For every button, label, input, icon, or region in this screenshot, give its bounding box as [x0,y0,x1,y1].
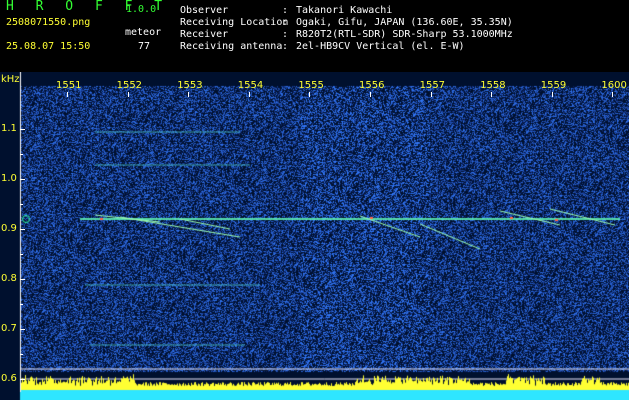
x-tick-label: 1553 [177,80,203,91]
y-tick-label: 0.9 [1,223,17,234]
antenna-label: Receiving antenna [180,41,283,52]
header-panel: H R O F F T 1.0.0 2508071550.png meteor … [0,0,629,72]
x-tick-mark [491,92,493,97]
y-tick-mark [20,179,25,180]
y-axis-label: kHz [1,74,20,85]
x-tick-label: 1600 [601,80,627,91]
x-tick-label: 1552 [116,80,143,91]
x-tick-label: 1551 [56,80,82,91]
y-minor-tick [20,304,23,305]
datetime: 25.08.07 15:50 [6,41,91,52]
y-tick-label: 0.6 [1,373,17,384]
x-tick-mark [370,92,371,97]
file-name: 2508071550.png [6,17,91,28]
observer-separator: : [282,5,289,16]
y-tick-mark [20,129,25,130]
location-separator: : [282,17,289,28]
x-tick-mark [551,92,553,97]
antenna-value: 2el-HB9CV Vertical (el. E-W) [296,41,465,52]
y-tick-mark [20,329,25,330]
x-tick-mark [188,92,190,97]
y-tick-mark [20,379,25,380]
y-minor-tick [20,354,23,355]
location-value: Ogaki, Gifu, JAPAN (136.60E, 35.35N) [296,17,513,28]
spectrogram-canvas [0,72,629,400]
x-tick-mark [67,92,68,97]
meteor-label: meteor [125,27,162,38]
x-tick-mark [430,92,432,97]
x-tick-mark [612,92,614,97]
y-tick-mark [20,229,25,230]
spectrogram-plot: kHz 1.1 1.0 0.9 0.8 0.7 0.6 1551 1552 1553 1554 15… [0,72,629,400]
meteor-count: 77 [138,41,151,52]
x-tick-label: 1554 [237,80,264,91]
x-tick-label: 1555 [298,80,324,91]
y-minor-tick [20,254,23,255]
x-tick-label: 1559 [540,80,567,91]
x-tick-mark [127,92,129,97]
x-tick-label: 1558 [480,80,506,91]
x-tick-mark [309,92,311,97]
y-tick-label: 1.0 [1,173,17,184]
y-tick-label: 1.1 [1,123,17,134]
x-tick-mark [248,92,250,97]
observer-label: Observer [180,5,229,16]
receiver-value: R820T2(RTL-SDR) SDR-Sharp 53.1000MHz [296,29,513,40]
receiver-label: Receiver [180,29,229,40]
app-version: 1.0.0 [126,4,157,15]
antenna-separator: : [282,41,289,52]
y-minor-tick [20,204,23,205]
location-label: Receiving Location [180,17,289,28]
y-tick-label: 0.8 [1,273,17,284]
y-minor-tick [20,154,23,155]
y-tick-label: 0.7 [1,323,17,334]
y-tick-mark [20,279,25,280]
x-tick-label: 1557 [419,80,446,91]
observer-value: Takanori Kawachi [296,5,393,16]
receiver-separator: : [282,29,289,40]
x-tick-label: 1556 [359,80,385,91]
